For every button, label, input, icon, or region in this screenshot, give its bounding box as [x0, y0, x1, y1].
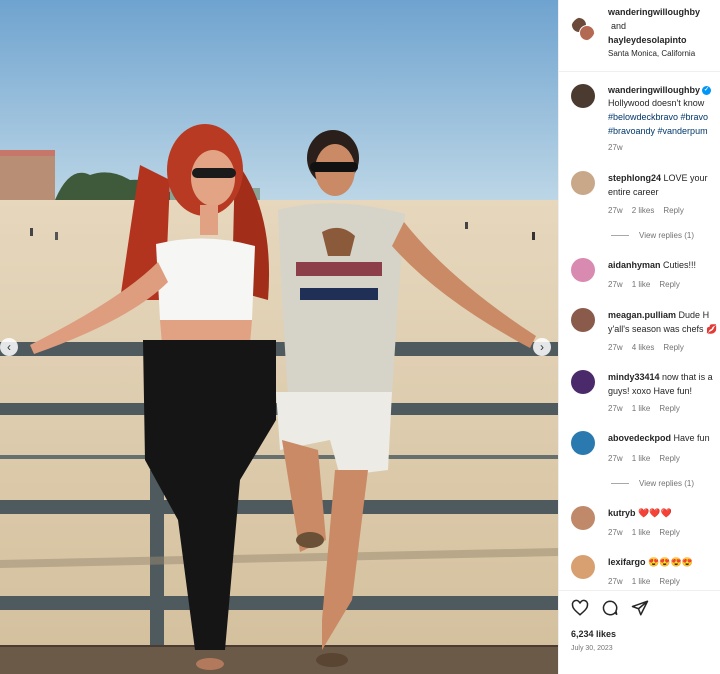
beach-scene	[0, 0, 558, 674]
comment-likes[interactable]: 2 likes	[632, 206, 655, 215]
comment-likes[interactable]: 1 like	[632, 528, 651, 537]
reply-button[interactable]: Reply	[659, 404, 679, 413]
comment-meta: 27w 1 like Reply	[608, 280, 689, 289]
header-username-2[interactable]: hayleydesolapinto	[608, 35, 687, 45]
comment-body: Dude H	[678, 310, 710, 320]
comment-item: abovedeckpod Have fun 27w 1 like Reply Vie…	[559, 431, 720, 493]
comment-likes[interactable]: 1 like	[632, 577, 651, 586]
comment-item: aidanhyman Cuties!!! 27w 1 like Reply	[559, 258, 720, 294]
comment-meta: 27w 1 like Reply	[608, 404, 689, 413]
reply-button[interactable]: Reply	[659, 280, 679, 289]
comment-time: 27w	[608, 528, 623, 537]
comment-body: Have fun	[673, 433, 710, 443]
avatar[interactable]	[571, 506, 595, 530]
header-and-label: and	[611, 21, 627, 31]
location-link[interactable]: Santa Monica, California	[608, 49, 695, 58]
comment-username[interactable]: kutryb	[608, 508, 636, 518]
comment-icon[interactable]	[601, 599, 619, 617]
comment-likes[interactable]: 4 likes	[632, 343, 655, 352]
comment-username[interactable]: abovedeckpod	[608, 433, 671, 443]
comment-likes[interactable]: 1 like	[632, 454, 651, 463]
avatar[interactable]	[571, 370, 595, 394]
collab-avatars[interactable]	[571, 17, 595, 41]
comment-likes[interactable]: 1 like	[632, 404, 651, 413]
caption-hashtags[interactable]: #bravoandy #vanderpum	[608, 126, 708, 136]
comment-likes[interactable]: 1 like	[632, 280, 651, 289]
like-count[interactable]: 6,234 likes	[571, 629, 616, 639]
avatar[interactable]	[571, 308, 595, 332]
comment-text-cont: guys! xoxo Have fun!	[608, 386, 693, 396]
comment-item: lexifargo 😍😍😍😍 27w 1 like Reply	[559, 555, 720, 591]
view-replies-button[interactable]: View replies (1)	[611, 479, 694, 488]
comment-meta: 27w 1 like Reply	[608, 528, 689, 537]
post-date: July 30, 2023	[571, 645, 613, 652]
comment-body: LOVE your	[663, 173, 708, 183]
comment-text-cont: entire career	[608, 187, 659, 197]
heart-icon[interactable]	[571, 599, 589, 617]
header-username-1[interactable]: wanderingwilloughby	[608, 7, 700, 17]
comment-body: ❤️❤️❤️	[638, 508, 672, 518]
post-photo: ‹ ›	[0, 0, 558, 674]
previous-photo-button[interactable]: ‹	[0, 338, 18, 356]
comment-meta: 27w 2 likes Reply	[608, 206, 693, 215]
comment-username[interactable]: aidanhyman	[608, 260, 661, 270]
comment-body: Cuties!!!	[663, 260, 697, 270]
reply-button[interactable]: Reply	[659, 528, 679, 537]
post-actions: 6,234 likes July 30, 2023	[559, 590, 720, 674]
avatar[interactable]	[571, 555, 595, 579]
comment-time: 27w	[608, 343, 623, 352]
comment-body: now that is a	[662, 372, 713, 382]
comment-item: stephlong24 LOVE your entire career 27w 2…	[559, 171, 720, 243]
comment-text: mindy33414 now that is a	[608, 372, 713, 382]
comment-time: 27w	[608, 404, 623, 413]
comment-time: 27w	[608, 454, 623, 463]
comment-meta: 27w 1 like Reply	[608, 454, 689, 463]
reply-button[interactable]: Reply	[659, 577, 679, 586]
reply-button[interactable]: Reply	[659, 454, 679, 463]
comment-item: meagan.pulliam Dude H y'all's season was…	[559, 308, 720, 356]
reply-button[interactable]: Reply	[663, 343, 683, 352]
view-replies-button[interactable]: View replies (1)	[611, 231, 694, 240]
comment-text: aidanhyman Cuties!!!	[608, 260, 696, 270]
avatar[interactable]	[571, 258, 595, 282]
post-side-panel: wanderingwilloughby and hayleydesolapint…	[558, 0, 720, 674]
comment-username[interactable]: stephlong24	[608, 173, 661, 183]
caption-text: Hollywood doesn't know	[608, 98, 705, 108]
share-icon[interactable]	[631, 599, 649, 617]
caption: wanderingwilloughby ✓ Hollywood doesn't k…	[559, 72, 720, 160]
post-header: wanderingwilloughby and hayleydesolapint…	[559, 0, 720, 72]
divider	[611, 235, 629, 237]
comment-time: 27w	[608, 280, 623, 289]
next-photo-button[interactable]: ›	[533, 338, 551, 356]
avatar[interactable]	[571, 431, 595, 455]
caption-username[interactable]: wanderingwilloughby ✓	[608, 85, 711, 96]
comment-meta: 27w 1 like Reply	[608, 577, 689, 586]
comment-username[interactable]: meagan.pulliam	[608, 310, 676, 320]
verified-icon: ✓	[702, 86, 711, 96]
comment-text: abovedeckpod Have fun	[608, 433, 710, 443]
comment-body: 😍😍😍😍	[648, 557, 693, 567]
comment-username[interactable]: lexifargo	[608, 557, 646, 567]
comment-text: stephlong24 LOVE your	[608, 173, 708, 183]
comment-meta: 27w 4 likes Reply	[608, 343, 693, 352]
caption-time: 27w	[608, 143, 623, 152]
comment-time: 27w	[608, 577, 623, 586]
comment-text: kutryb ❤️❤️❤️	[608, 508, 672, 519]
comment-text: meagan.pulliam Dude H	[608, 310, 709, 320]
comment-item: mindy33414 now that is a guys! xoxo Have…	[559, 370, 720, 418]
view-replies-label: View replies (1)	[639, 479, 694, 488]
avatar[interactable]	[571, 171, 595, 195]
caption-username-label: wanderingwilloughby	[608, 85, 700, 95]
comment-username[interactable]: mindy33414	[608, 372, 660, 382]
divider	[611, 483, 629, 485]
comment-text: lexifargo 😍😍😍😍	[608, 557, 693, 568]
view-replies-label: View replies (1)	[639, 231, 694, 240]
reply-button[interactable]: Reply	[663, 206, 683, 215]
caption-hashtags[interactable]: #belowdeckbravo #bravo	[608, 112, 708, 122]
comment-item: kutryb ❤️❤️❤️ 27w 1 like Reply	[559, 506, 720, 542]
avatar	[579, 25, 595, 41]
avatar[interactable]	[571, 84, 595, 108]
comment-time: 27w	[608, 206, 623, 215]
comment-text-cont: y'all's season was chefs 💋	[608, 324, 718, 334]
